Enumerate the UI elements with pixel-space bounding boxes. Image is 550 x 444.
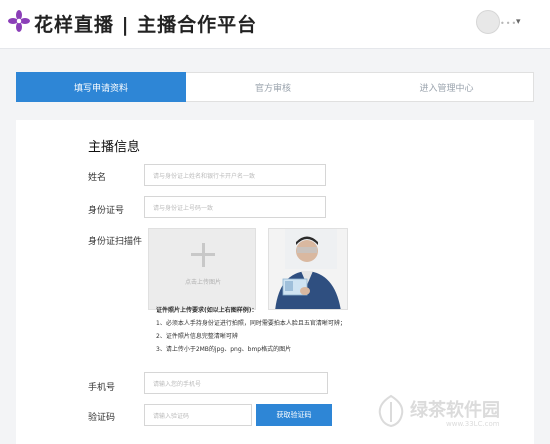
code-input[interactable]: 请输入验证码 bbox=[144, 404, 252, 426]
code-label: 验证码 bbox=[88, 413, 116, 423]
app-title: 花样直播 | 主播合作平台 bbox=[34, 14, 258, 36]
get-code-button[interactable]: 获取验证码 bbox=[256, 404, 332, 426]
sample-id-photo bbox=[268, 228, 348, 310]
requirements-heading: 证件照片上传要求(如以上右图样例)： bbox=[156, 307, 258, 314]
id-number-label: 身份证号 bbox=[88, 206, 125, 216]
avatar-icon[interactable] bbox=[476, 10, 500, 34]
step-fill-info: 填写申请资料 bbox=[16, 72, 186, 102]
leaf-logo-icon bbox=[378, 394, 404, 428]
user-menu[interactable]: ••• ▾ bbox=[476, 10, 526, 36]
progress-steps: 填写申请资料 官方审核 进入管理中心 bbox=[16, 72, 534, 102]
section-title: 主播信息 bbox=[88, 140, 141, 155]
watermark-brand: 绿茶软件园 bbox=[410, 400, 500, 421]
upload-requirements: 证件照片上传要求(如以上右图样例)： 1、必须本人手持身份证进行拍照，同时需要拍… bbox=[156, 304, 424, 356]
requirement-item: 3、请上传小于2MB的jpg、png、bmp格式的图片 bbox=[156, 346, 292, 353]
phone-input[interactable]: 请输入您的手机号 bbox=[144, 372, 328, 394]
watermark: 绿茶软件园 www.33LC.com bbox=[376, 394, 546, 434]
requirement-item: 1、必须本人手持身份证进行拍照，同时需要拍本人脸且五官清晰可辨； bbox=[156, 320, 346, 327]
step-enter-management: 进入管理中心 bbox=[360, 72, 534, 102]
requirement-item: 2、证件照片信息完整清晰可辨 bbox=[156, 333, 238, 340]
step-official-review: 官方审核 bbox=[186, 72, 360, 102]
upload-text: 点击上传图片 bbox=[184, 279, 221, 286]
upload-image-box[interactable]: 点击上传图片 bbox=[148, 228, 256, 310]
id-scan-label: 身份证扫描件 bbox=[88, 237, 143, 247]
id-number-input[interactable]: 请与身份证上号码一致 bbox=[144, 196, 326, 218]
chevron-down-icon[interactable]: ▾ bbox=[516, 17, 521, 27]
name-label: 姓名 bbox=[88, 173, 107, 183]
watermark-url: www.33LC.com bbox=[446, 420, 500, 428]
avatar-dots: ••• bbox=[500, 19, 518, 28]
name-input[interactable]: 请与身份证上姓名和银行卡开户名一致 bbox=[144, 164, 326, 186]
flower-logo-icon[interactable] bbox=[8, 10, 30, 32]
phone-label: 手机号 bbox=[88, 383, 116, 393]
plus-icon bbox=[191, 243, 215, 267]
sample-photo-illustration bbox=[269, 229, 347, 309]
top-bar: 花样直播 | 主播合作平台 ••• ▾ bbox=[0, 0, 550, 49]
